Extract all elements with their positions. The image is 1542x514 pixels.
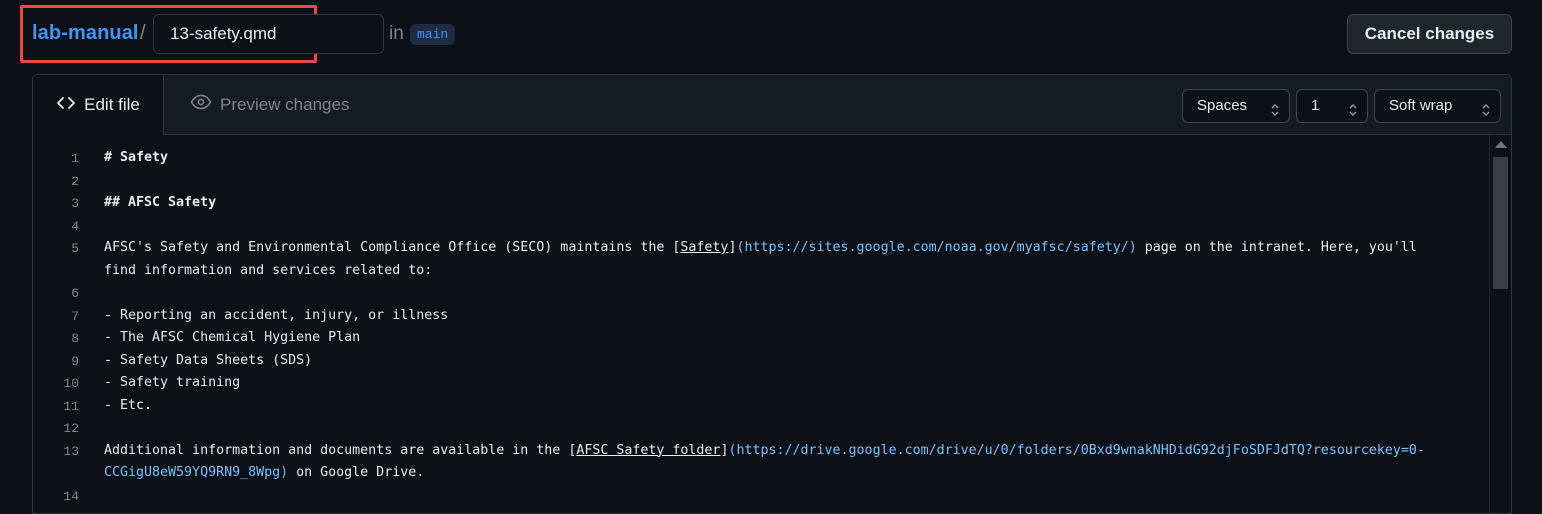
indent-mode-select[interactable]: Spaces bbox=[1182, 89, 1290, 123]
code-line: - Safety training bbox=[104, 375, 1474, 390]
code-url: CCGigU8eW59YQ9RN9_8Wpg) bbox=[104, 465, 289, 480]
scrollbar-thumb[interactable] bbox=[1493, 157, 1508, 289]
code-link-text: AFSC Safety folder bbox=[576, 442, 721, 458]
line-number: 12 bbox=[63, 421, 79, 436]
code-icon bbox=[56, 95, 76, 116]
code-line: - Safety Data Sheets (SDS) bbox=[104, 353, 1474, 368]
line-number: 7 bbox=[71, 308, 79, 324]
tab-preview-label: Preview changes bbox=[220, 94, 350, 114]
file-editor: Edit file Preview changes Spaces 1 Soft … bbox=[32, 74, 1512, 514]
line-number: 4 bbox=[71, 218, 79, 234]
branch-in-label: in bbox=[389, 23, 404, 44]
repo-link[interactable]: lab-manual bbox=[32, 22, 139, 45]
code-line: # Safety bbox=[104, 150, 1474, 165]
code-line: - Reporting an accident, injury, or illn… bbox=[104, 308, 1474, 323]
line-number: 2 bbox=[71, 173, 79, 189]
wrap-mode-select[interactable]: Soft wrap bbox=[1374, 89, 1501, 123]
code-text: Additional information and documents are… bbox=[104, 442, 569, 458]
line-number: 10 bbox=[63, 376, 79, 391]
line-number: 11 bbox=[63, 398, 79, 414]
code-text: ## AFSC Safety bbox=[104, 195, 217, 210]
line-number: 9 bbox=[71, 353, 79, 369]
indent-size-select[interactable]: 1 bbox=[1296, 89, 1368, 123]
code-text: - Safety Data Sheets (SDS) bbox=[104, 352, 313, 368]
code-link-text: Safety bbox=[680, 240, 729, 255]
line-number: 1 bbox=[71, 151, 79, 166]
indent-mode-value: Spaces bbox=[1197, 97, 1248, 114]
editor-scrollbar[interactable] bbox=[1489, 135, 1511, 513]
chevron-updown-icon bbox=[1482, 98, 1490, 116]
chevron-updown-icon bbox=[1271, 98, 1279, 116]
code-line: Additional information and documents are… bbox=[104, 443, 1474, 458]
code-editor[interactable]: 1 # Safety 2 3 ## AFSC Safety 4 5 AFSC's Safety… bbox=[33, 135, 1489, 513]
chevron-updown-icon bbox=[1349, 98, 1357, 116]
branch-badge[interactable]: main bbox=[410, 24, 456, 45]
filename-input[interactable] bbox=[153, 14, 384, 54]
file-path-bar: lab-manual / in main Cancel changes bbox=[0, 0, 1542, 70]
cancel-changes-button[interactable]: Cancel changes bbox=[1347, 14, 1512, 54]
line-number: 3 bbox=[71, 196, 79, 211]
code-text: page on the intranet. Here, you'll bbox=[1136, 240, 1417, 255]
code-text: # Safety bbox=[104, 150, 169, 165]
code-line: CCGigU8eW59YQ9RN9_8Wpg) on Google Drive. bbox=[104, 465, 1474, 480]
line-number: 5 bbox=[71, 241, 79, 256]
code-line: AFSC's Safety and Environmental Complian… bbox=[104, 240, 1474, 255]
code-text: - The AFSC Chemical Hygiene Plan bbox=[104, 330, 361, 345]
line-number: 14 bbox=[63, 488, 79, 504]
code-text: - Reporting an accident, injury, or illn… bbox=[104, 307, 449, 323]
code-text: AFSC's Safety and Environmental Complian… bbox=[104, 240, 673, 255]
scroll-up-arrow-icon[interactable] bbox=[1495, 141, 1507, 148]
wrap-mode-value: Soft wrap bbox=[1389, 97, 1453, 114]
code-text: - Safety training bbox=[104, 375, 241, 390]
path-separator: / bbox=[140, 22, 146, 44]
code-url: (https://drive.google.com/drive/u/0/fold… bbox=[728, 442, 1425, 458]
code-line: find information and services related to… bbox=[104, 263, 1474, 278]
editor-toolbar: Edit file Preview changes Spaces 1 Soft … bbox=[33, 75, 1511, 135]
tab-preview-changes[interactable]: Preview changes bbox=[190, 75, 349, 134]
code-text: - Etc. bbox=[104, 397, 153, 413]
line-number: 6 bbox=[71, 286, 79, 301]
line-number: 13 bbox=[63, 443, 79, 459]
tab-edit-file[interactable]: Edit file bbox=[33, 75, 164, 135]
code-text: on Google Drive. bbox=[288, 465, 425, 480]
code-url: (https://sites.google.com/noaa.gov/myafs… bbox=[736, 240, 1137, 255]
eye-icon bbox=[190, 94, 212, 115]
tab-edit-label: Edit file bbox=[84, 95, 140, 114]
code-text: find information and services related to… bbox=[104, 262, 433, 278]
code-line: - The AFSC Chemical Hygiene Plan bbox=[104, 330, 1474, 345]
code-line: ## AFSC Safety bbox=[104, 195, 1474, 210]
line-number: 8 bbox=[71, 331, 79, 346]
code-line: - Etc. bbox=[104, 398, 1474, 413]
indent-size-value: 1 bbox=[1311, 97, 1320, 114]
